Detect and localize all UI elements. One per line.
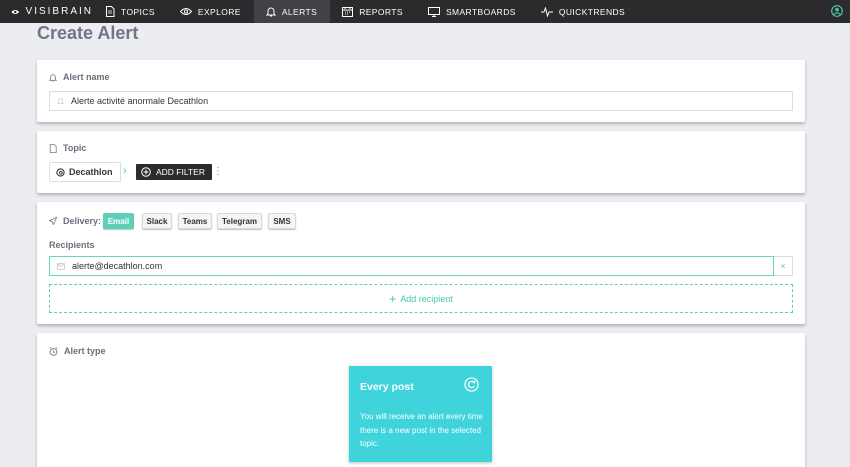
nav-alerts[interactable]: ALERTS [253,0,331,23]
chevron-right-icon: › [123,165,127,177]
topic-label: Topic [49,143,86,153]
document-icon [49,143,57,153]
bell-icon [57,98,64,104]
nav-explore-label: EXPLORE [197,6,241,17]
nav-smartboards[interactable]: SMARTBOARDS [416,0,529,23]
add-filter-label: ADD FILTER [156,167,205,177]
nav-reports[interactable]: REPORTS [330,0,416,23]
alert-name-input[interactable]: Alerte activité anormale Decathlon [49,91,793,111]
page-title: Create Alert [37,23,139,43]
alarm-clock-icon [49,346,58,356]
nav-quicktrends[interactable]: QUICKTRENDS [529,0,638,23]
delivery-label-text: Delivery: [63,216,102,226]
alert-type-every-post[interactable]: Every post You will receive an alert eve… [349,366,492,462]
channel-slack[interactable]: Slack [142,213,172,229]
topic-label-text: Topic [63,143,87,153]
add-recipient-button[interactable]: + Add recipient [49,284,793,313]
eye-icon [179,8,192,15]
eye-logo-icon [11,9,20,14]
nav-reports-label: REPORTS [359,6,403,17]
more-options-icon[interactable]: ⋮ [213,166,223,177]
alert-name-label: Alert name [49,72,110,82]
channel-telegram[interactable]: Telegram [217,213,262,229]
bell-icon [49,73,57,81]
topic-card: Topic Decathlon › ADD FILTER ⋮ [37,131,805,193]
channel-email[interactable]: Email [103,213,134,229]
alert-name-value: Alerte activité anormale Decathlon [71,96,209,106]
nav-topics-label: TOPICS [121,6,155,17]
mail-icon [57,262,65,270]
alert-type-description: You will receive an alert every time the… [360,412,483,448]
alert-name-label-text: Alert name [63,72,110,82]
nav-smartboards-label: SMARTBOARDS [445,6,516,17]
topic-chip-label: Decathlon [69,167,113,177]
remove-recipient-button[interactable]: × [774,256,793,276]
add-filter-button[interactable]: ADD FILTER [136,164,212,180]
plus-circle-icon [141,167,151,177]
recipient-email-value: alerte@decathlon.com [72,261,163,271]
alert-type-label: Alert type [49,346,106,356]
bell-icon [265,7,276,17]
alert-type-card: Alert type Every post You will receive a… [37,333,805,467]
recipients-label: Recipients [49,240,95,250]
channel-sms-label: SMS [273,216,291,226]
nav-explore[interactable]: EXPLORE [168,0,254,23]
delivery-card: Delivery: Email Slack Teams Telegram SMS… [37,202,805,324]
recipient-email-input[interactable]: alerte@decathlon.com [49,256,774,276]
topic-chip[interactable]: Decathlon [49,162,121,182]
send-icon [49,217,57,225]
plus-icon: + [389,291,397,306]
add-recipient-label: Add recipient [400,293,453,304]
alert-name-card: Alert name Alerte activité anormale Deca… [37,60,805,122]
alert-type-label-text: Alert type [64,346,106,356]
brand-logo[interactable]: VISIBRAIN [0,0,93,23]
calendar-icon [342,7,354,17]
monitor-icon [427,6,440,17]
pulse-icon [540,6,553,17]
close-icon: × [780,261,786,271]
channel-telegram-label: Telegram [222,216,257,226]
nav-alerts-label: ALERTS [281,6,318,17]
alert-type-title: Every post [360,381,414,393]
channel-sms[interactable]: SMS [268,213,296,229]
brand-name: VISIBRAIN [25,6,93,17]
delivery-label: Delivery: [49,216,101,226]
nav-topics[interactable]: TOPICS [93,0,168,23]
channel-teams-label: Teams [182,216,208,226]
channel-slack-label: Slack [146,216,168,226]
channel-email-label: Email [107,216,130,226]
refresh-circle-icon [464,377,479,392]
document-icon [106,6,115,17]
top-navigation: VISIBRAIN TOPICS EXPLORE ALERTS REPORTS … [0,0,850,23]
threads-icon [56,167,65,177]
channel-teams[interactable]: Teams [178,213,212,229]
nav-quicktrends-label: QUICKTRENDS [558,6,626,17]
user-circle-icon[interactable] [831,5,843,17]
